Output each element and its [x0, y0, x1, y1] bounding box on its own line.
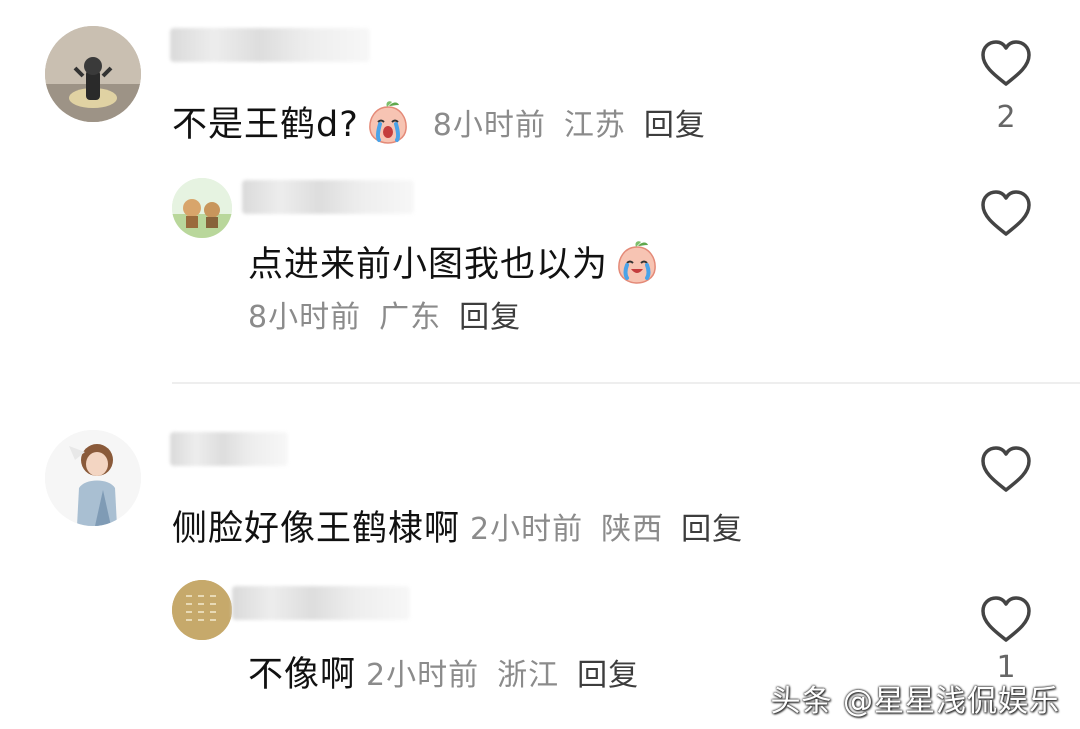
- heart-icon: [981, 190, 1031, 236]
- comment-content: 不是王鹤d? 8小时前 江苏 回复: [172, 96, 706, 147]
- crying-peach-emoji-icon: [618, 240, 656, 284]
- reply-button[interactable]: 回复: [459, 292, 521, 336]
- username-blurred[interactable]: [170, 432, 288, 466]
- like-button[interactable]: [978, 188, 1034, 238]
- comment-content: 侧脸好像王鹤棣啊 2小时前 陕西 回复: [172, 500, 743, 551]
- avatar[interactable]: [172, 580, 232, 640]
- comment-content: 点进来前小图我也以为: [248, 236, 664, 287]
- comment-location: 江苏: [563, 107, 626, 143]
- username-blurred[interactable]: [232, 586, 410, 620]
- comment-location: 广东: [379, 300, 442, 335]
- avatar[interactable]: [172, 178, 232, 238]
- username-blurred[interactable]: [170, 28, 370, 62]
- avatar-figure-icon: [45, 26, 141, 122]
- comment-time: 2小时前: [470, 511, 584, 547]
- avatar-calligraphy-icon: [172, 580, 232, 640]
- reply-button[interactable]: 回复: [577, 650, 639, 694]
- comment-content: 不像啊 2小时前 浙江 回复: [248, 646, 639, 697]
- heart-icon: [981, 40, 1031, 86]
- username-blurred[interactable]: [242, 180, 414, 214]
- heart-icon: [981, 446, 1031, 492]
- comment-text: 不是王鹤d?: [172, 105, 359, 145]
- like-button[interactable]: [978, 444, 1034, 494]
- avatar-cartoon-icon: [172, 178, 232, 238]
- heart-icon: [981, 596, 1031, 642]
- like-count: 2: [996, 100, 1016, 135]
- avatar[interactable]: [45, 430, 141, 526]
- watermark: 头条 @星星浅侃娱乐: [770, 684, 1060, 719]
- comment-time: 2小时前: [366, 657, 480, 693]
- comment-time: 8小时前: [248, 300, 362, 335]
- comment-meta: 8小时前 广东 回复: [248, 292, 521, 336]
- divider: [172, 382, 1080, 384]
- like-button[interactable]: 2: [978, 38, 1034, 135]
- reply-button[interactable]: 回复: [644, 100, 706, 144]
- comment-time: 8小时前: [432, 107, 546, 143]
- comment-text: 侧脸好像王鹤棣啊: [172, 509, 461, 549]
- comment-text: 点进来前小图我也以为: [248, 245, 609, 285]
- avatar-girl-illustration-icon: [45, 430, 141, 526]
- comment-text: 不像啊: [248, 655, 357, 695]
- comment-thread: 不是王鹤d? 8小时前 江苏 回复 2 点进来前小图我也以为 8小时前 广东 回…: [0, 0, 1080, 729]
- like-button[interactable]: 1: [978, 594, 1034, 685]
- crying-peach-emoji-icon: [369, 100, 407, 144]
- comment-location: 陕西: [601, 511, 664, 547]
- avatar[interactable]: [45, 26, 141, 122]
- reply-button[interactable]: 回复: [681, 504, 743, 548]
- comment-location: 浙江: [497, 657, 560, 693]
